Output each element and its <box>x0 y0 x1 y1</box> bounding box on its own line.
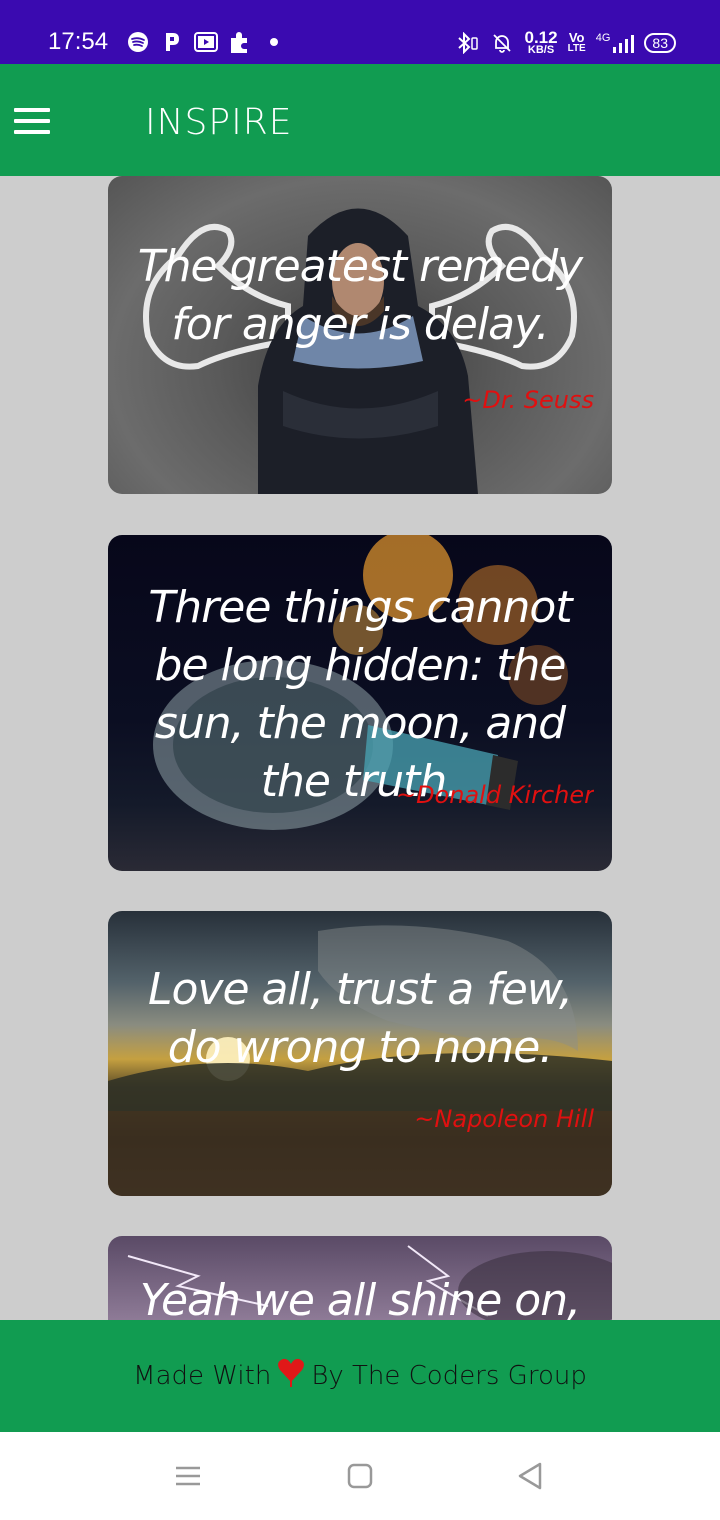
battery-indicator: 83 <box>644 33 676 53</box>
bluetooth-icon <box>456 31 480 55</box>
p-app-icon <box>160 30 184 54</box>
quote-card[interactable]: Yeah we all shine on, <box>108 1236 612 1320</box>
status-time: 17:54 <box>48 28 109 55</box>
heart-icon <box>277 1356 305 1396</box>
system-nav-bar <box>0 1432 720 1520</box>
spotify-icon <box>126 30 150 54</box>
network-speed: 0.12 KB/S <box>524 28 558 56</box>
recent-apps-icon[interactable] <box>172 1460 204 1492</box>
quotes-list[interactable]: The greatest remedy for anger is delay. … <box>0 176 720 1320</box>
status-bar: 17:54 0.12 KB/S Vo LTE 4G 83 <box>0 0 720 64</box>
hamburger-menu-icon[interactable] <box>14 108 50 136</box>
dot-icon <box>262 30 286 54</box>
quote-card[interactable]: Three things cannot be long hidden: the … <box>108 535 612 871</box>
quote-text: Love all, trust a few, do wrong to none. <box>148 964 573 1073</box>
app-bar: INSPIRE <box>0 64 720 176</box>
quote-author: ~Dr. Seuss <box>462 386 594 414</box>
notification-icons <box>126 30 286 54</box>
quote-text: Three things cannot be long hidden: the … <box>148 582 572 807</box>
quote-author: ~Donald Kircher <box>395 781 594 809</box>
back-icon[interactable] <box>514 1460 546 1492</box>
system-status-icons: 0.12 KB/S Vo LTE 4G 83 <box>456 28 676 56</box>
footer-credit: Made With By The Coders Group <box>0 1320 720 1432</box>
footer-prefix: Made With <box>133 1361 272 1391</box>
youtube-icon <box>194 30 218 54</box>
bell-off-icon <box>490 31 514 55</box>
quote-author: ~Napoleon Hill <box>414 1105 594 1133</box>
app-title: INSPIRE <box>145 102 293 143</box>
footer-suffix: By The Coders Group <box>311 1361 587 1391</box>
quote-card[interactable]: The greatest remedy for anger is delay. … <box>108 176 612 494</box>
signal-icon: 4G <box>596 32 635 54</box>
quote-text: The greatest remedy for anger is delay. <box>137 241 583 350</box>
home-icon[interactable] <box>344 1460 376 1492</box>
puzzle-icon <box>228 30 252 54</box>
volte-badge: Vo LTE <box>567 30 586 54</box>
quote-text: Yeah we all shine on, <box>139 1275 581 1320</box>
quote-card[interactable]: Love all, trust a few, do wrong to none.… <box>108 911 612 1196</box>
battery-level: 83 <box>652 35 668 51</box>
